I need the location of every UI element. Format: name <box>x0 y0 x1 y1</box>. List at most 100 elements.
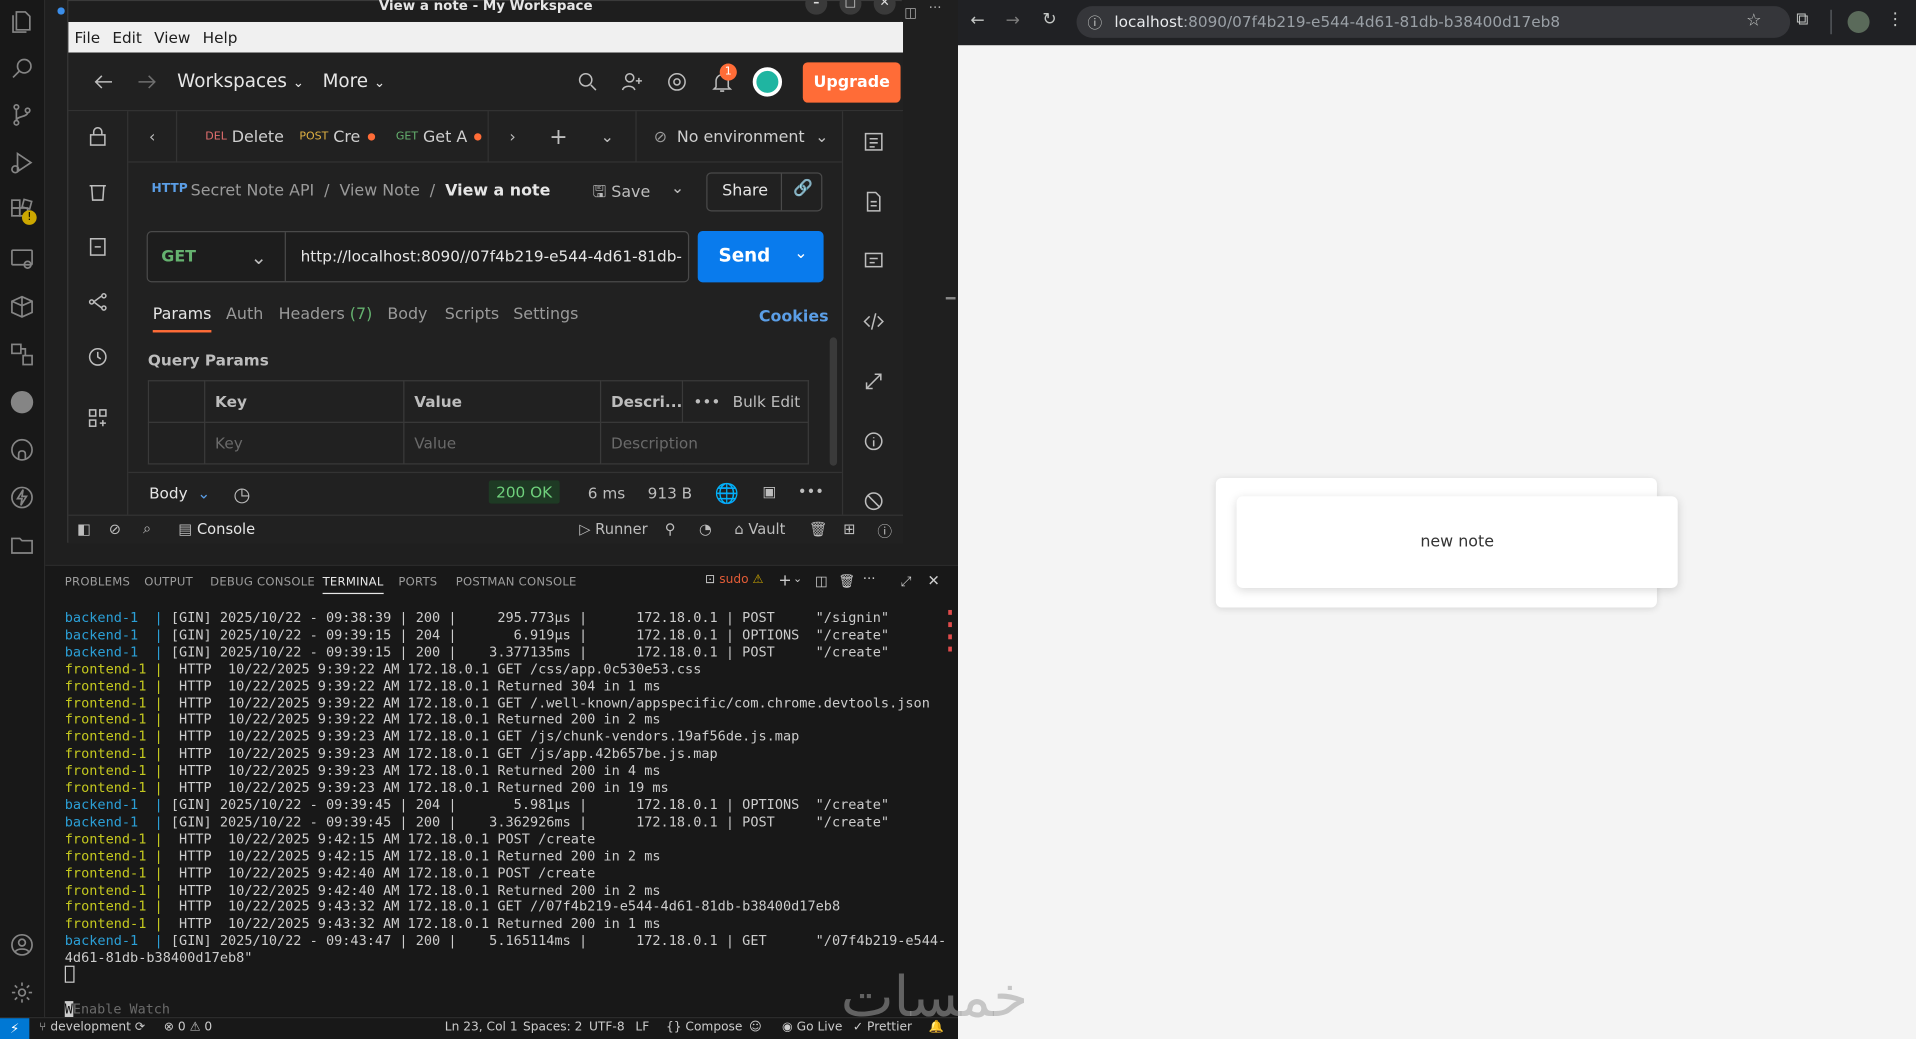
method-chevron-down-icon[interactable]: ⌄ <box>250 246 266 269</box>
indentation[interactable]: Spaces: 2 <box>523 1021 582 1034</box>
compose-indicator[interactable]: {} Compose <box>666 1021 742 1034</box>
tab-get-all[interactable]: GET Get A <box>396 111 482 162</box>
related-collections-icon[interactable] <box>861 369 885 393</box>
remote-explorer-icon[interactable] <box>9 246 36 273</box>
upgrade-button[interactable]: Upgrade <box>802 62 901 103</box>
testing-icon[interactable] <box>9 341 36 368</box>
problems-indicator[interactable]: ⊗ 0 ⚠ 0 <box>164 1021 212 1034</box>
tab-delete[interactable]: DEL Delete <box>205 111 284 162</box>
tab-terminal[interactable]: TERMINAL <box>322 576 384 595</box>
cursor-position[interactable]: Ln 23, Col 1 <box>445 1021 518 1034</box>
site-info-icon[interactable]: ⓘ <box>1088 12 1103 33</box>
gitlens-icon[interactable] <box>9 389 36 416</box>
tab-scroll-left[interactable]: ‹ <box>128 111 178 163</box>
menu-view[interactable]: View <box>154 28 190 46</box>
console-button[interactable]: ▤ Console <box>178 521 255 538</box>
response-size[interactable]: 913 B <box>648 484 693 502</box>
breadcrumb-folder[interactable]: View Note <box>339 182 419 200</box>
menu-edit[interactable]: Edit <box>112 28 142 46</box>
browser-menu-icon[interactable]: ⋮ <box>1887 10 1904 30</box>
save-response-icon[interactable]: ▣ <box>762 483 776 500</box>
more-actions-icon[interactable]: ··· <box>929 0 942 16</box>
folder-icon[interactable] <box>9 532 36 559</box>
github-icon[interactable] <box>9 436 36 463</box>
flows-icon[interactable] <box>86 290 110 314</box>
share-button[interactable]: Share <box>722 182 768 200</box>
forward-arrow-icon[interactable]: → <box>1006 11 1020 31</box>
response-body-selector[interactable]: Body ⌄ <box>149 484 210 502</box>
more-options-icon[interactable]: ••• <box>798 483 824 500</box>
copy-link-icon[interactable]: 🔗 <box>793 180 813 198</box>
tab-debug-console[interactable]: DEBUG CONSOLE <box>210 576 315 589</box>
more-actions-icon[interactable]: ··· <box>863 571 876 587</box>
comments-icon[interactable] <box>861 249 885 273</box>
chevron-down-icon[interactable]: ⌄ <box>793 573 802 585</box>
back-arrow-icon[interactable]: ← <box>970 11 984 31</box>
explorer-icon[interactable] <box>9 9 36 36</box>
cookies-icon[interactable]: ◔ <box>699 521 712 538</box>
code-icon[interactable] <box>861 309 885 333</box>
thunder-client-icon[interactable] <box>9 484 36 511</box>
line-ending[interactable]: LF <box>635 1021 649 1034</box>
tab-output[interactable]: OUTPUT <box>144 576 193 589</box>
invite-user-icon[interactable] <box>620 70 644 94</box>
split-terminal-icon[interactable]: ◫ <box>815 573 828 589</box>
settings-gear-icon[interactable] <box>665 70 689 94</box>
info-icon[interactable] <box>861 429 885 453</box>
tab-problems[interactable]: PROBLEMS <box>65 576 130 589</box>
documentation-icon[interactable] <box>861 130 885 154</box>
proxy-icon[interactable]: ⚲ <box>665 521 676 538</box>
reload-icon[interactable]: ↻ <box>1042 10 1056 30</box>
tab-params[interactable]: Params <box>152 306 212 333</box>
enable-watch-hint[interactable]: WEnable Watch <box>64 1001 170 1017</box>
tab-postman-console[interactable]: POSTMAN CONSOLE <box>456 576 577 589</box>
maximize-panel-icon[interactable]: ⤢ <box>901 573 912 590</box>
response-time[interactable]: 6 ms <box>588 484 625 502</box>
search-icon[interactable] <box>9 55 36 82</box>
description-input[interactable]: Description <box>599 421 809 465</box>
save-button[interactable]: 🖫 Save <box>593 181 651 208</box>
online-status-icon[interactable]: ⊘ <box>109 521 121 538</box>
environment-selector[interactable]: ⊘ No environment ⌄ <box>635 111 843 163</box>
send-button[interactable]: Send <box>719 244 771 266</box>
tab-headers[interactable]: Headers (7) <box>279 306 373 324</box>
breadcrumb-collection[interactable]: Secret Note API <box>191 182 315 200</box>
trash-icon[interactable]: 🗑 <box>809 521 828 538</box>
go-live-button[interactable]: ◉ Go Live <box>782 1021 842 1034</box>
tab-body[interactable]: Body <box>387 306 427 324</box>
run-debug-icon[interactable] <box>9 149 36 176</box>
more-menu[interactable]: More ⌄ <box>323 70 386 92</box>
maximize-button[interactable]: □ <box>839 0 862 15</box>
settings-gear-icon[interactable] <box>9 979 36 1006</box>
extensions-icon[interactable]: ! <box>9 197 37 225</box>
lock-icon[interactable] <box>86 125 110 149</box>
copilot-icon[interactable]: ☺ <box>749 1021 762 1034</box>
terminal-output[interactable]: backend-1 | [GIN] 2025/10/22 - 09:38:39 … <box>65 610 947 967</box>
terminal-shell-selector[interactable]: ⊡ sudo ⚠ <box>705 573 763 586</box>
forward-arrow-icon[interactable] <box>134 70 158 94</box>
file-icon[interactable] <box>861 189 885 213</box>
history-icon[interactable] <box>86 345 110 369</box>
avatar[interactable] <box>752 67 783 97</box>
close-button[interactable]: ✕ <box>873 0 896 15</box>
tab-scripts[interactable]: Scripts <box>445 306 499 324</box>
menu-file[interactable]: File <box>75 28 101 46</box>
globe-icon[interactable]: 🌐 <box>715 482 739 505</box>
workspaces-menu[interactable]: Workspaces ⌄ <box>177 70 304 92</box>
more-options-icon[interactable]: ••• <box>693 392 720 410</box>
status-badge[interactable]: 200 OK <box>488 480 560 504</box>
help-icon[interactable]: ⓘ <box>877 521 892 542</box>
tab-create[interactable]: POST Cre <box>299 111 375 162</box>
back-arrow-icon[interactable] <box>92 70 116 94</box>
encoding[interactable]: UTF-8 <box>589 1021 625 1034</box>
runner-button[interactable]: ▷ Runner <box>579 521 647 538</box>
kill-terminal-icon[interactable]: 🗑 <box>838 573 855 589</box>
trash-icon[interactable] <box>86 180 110 204</box>
url-input[interactable]: http://localhost:8090//07f4b219-e544-4d6… <box>301 247 682 265</box>
branch-indicator[interactable]: ⑂ development ⟳ <box>39 1021 145 1034</box>
send-dropdown-chevron-icon[interactable]: ⌄ <box>794 244 807 262</box>
find-icon[interactable]: ⌕ <box>143 519 151 537</box>
docker-icon[interactable] <box>9 293 36 320</box>
minimize-button[interactable]: – <box>805 0 828 15</box>
new-terminal-plus-icon[interactable]: + <box>778 572 791 590</box>
